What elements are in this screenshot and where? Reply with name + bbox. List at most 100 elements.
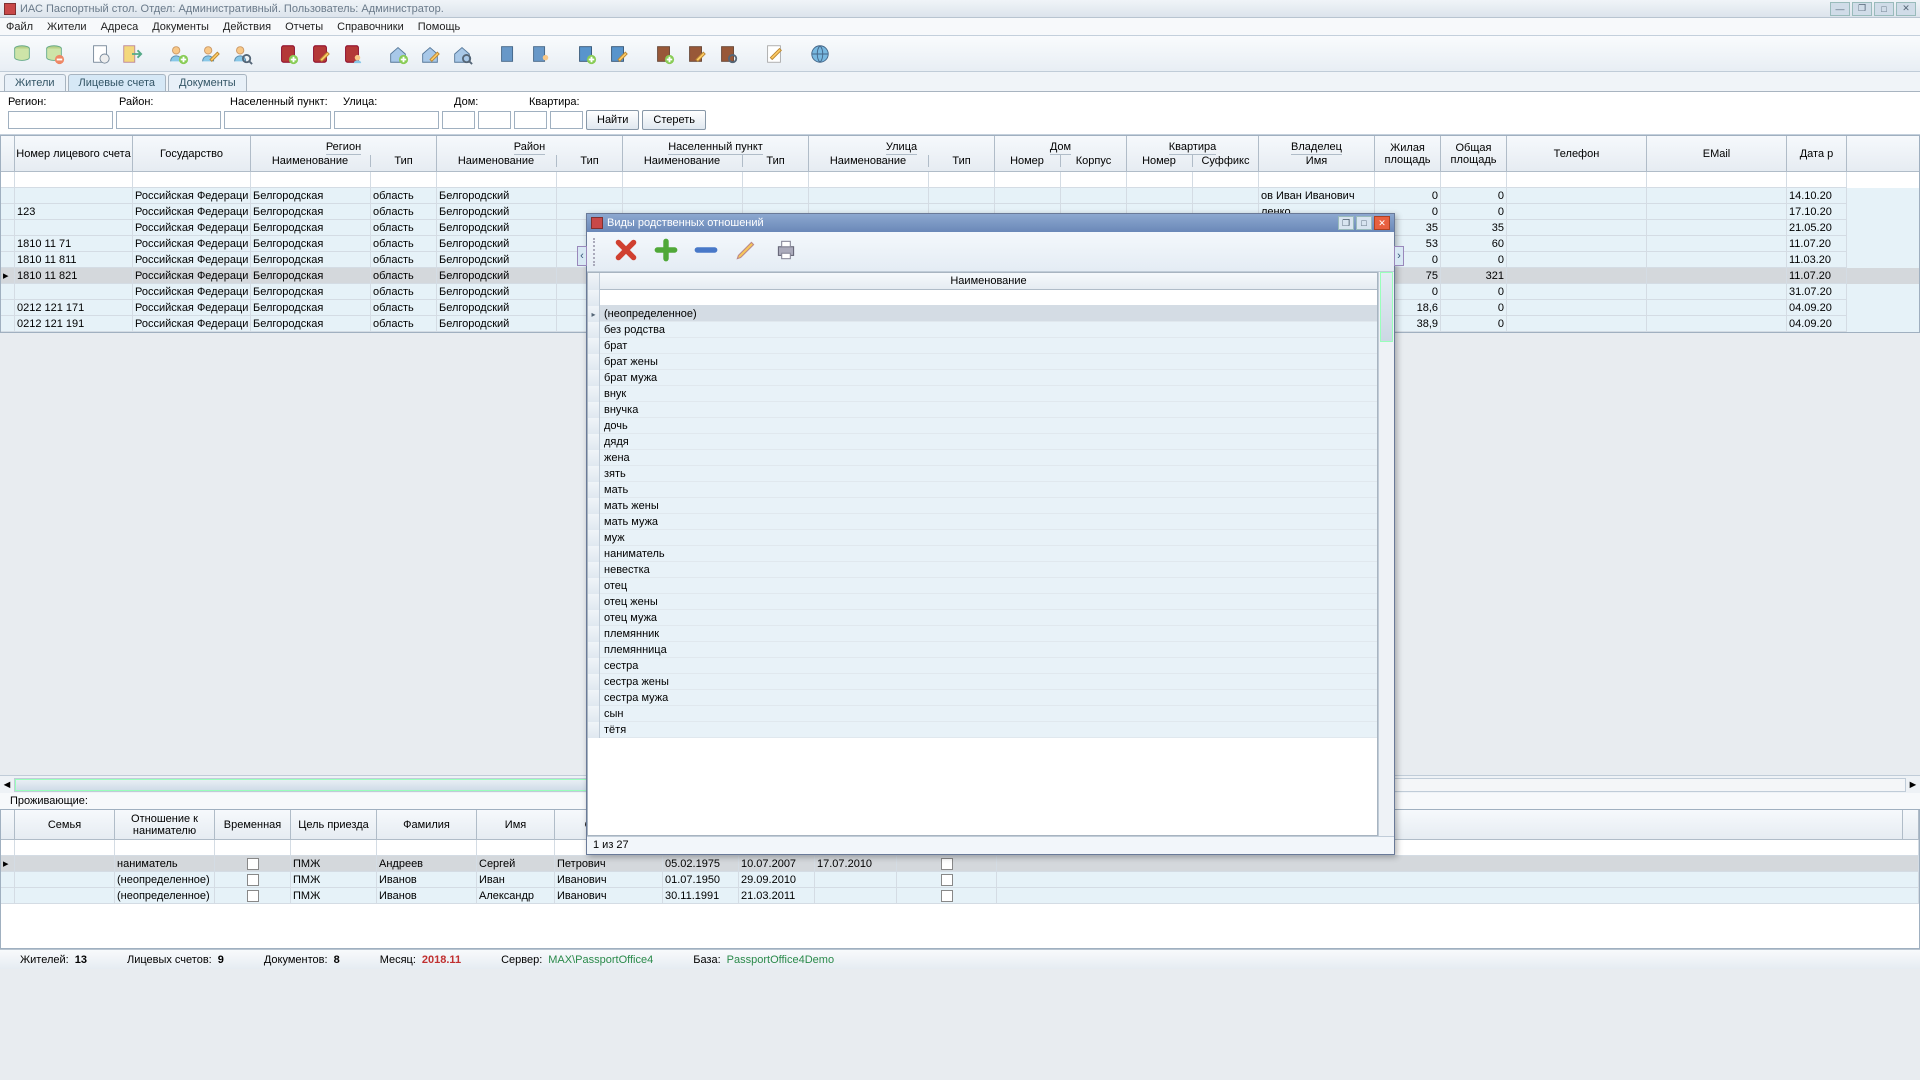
list-item[interactable]: отец жены [600,594,1377,610]
db-open-icon[interactable] [8,40,36,68]
col-account[interactable]: Номер лицевого счета [16,148,130,160]
filter-house-input[interactable] [442,111,475,129]
col-owner[interactable]: Владелец [1291,140,1342,155]
tab-residents[interactable]: Жители [4,74,66,91]
list-item[interactable]: мать мужа [600,514,1377,530]
table-row[interactable]: Российская ФедерациБелгородскаяобластьБе… [1,188,1919,204]
filter-house-corp-input[interactable] [478,111,511,129]
brown-book-add-icon[interactable] [650,40,678,68]
relationship-list[interactable]: Наименование ▸(неопределенное)без родств… [587,272,1378,836]
list-item[interactable]: (неопределенное) [600,306,1377,322]
list-item[interactable]: сестра [600,658,1377,674]
list-item[interactable]: жена [600,450,1377,466]
col-district[interactable]: Район [514,140,545,155]
list-item[interactable]: дочь [600,418,1377,434]
passport-person-icon[interactable] [338,40,366,68]
list-item[interactable]: невестка [600,562,1377,578]
minimize-button[interactable]: — [1830,2,1850,16]
book-icon[interactable] [494,40,522,68]
menu-help[interactable]: Помощь [418,21,461,33]
col-email[interactable]: EMail [1703,148,1731,160]
restore-button[interactable]: ❐ [1852,2,1872,16]
list-item[interactable]: внучка [600,402,1377,418]
list-item[interactable]: зять [600,466,1377,482]
col-living[interactable]: Жилая площадь [1375,142,1440,166]
notebook-add-icon[interactable] [572,40,600,68]
list-item[interactable]: брат [600,338,1377,354]
dialog-side-tab-right[interactable]: › [1394,246,1404,266]
list-item[interactable]: брат жены [600,354,1377,370]
col-street[interactable]: Улица [886,140,917,155]
maximize-button[interactable]: □ [1874,2,1894,16]
document-edit-icon[interactable] [760,40,788,68]
filter-locality-input[interactable] [224,111,331,129]
delete-icon[interactable] [613,237,639,266]
list-item[interactable]: тётя [600,722,1377,738]
menu-addresses[interactable]: Адреса [101,21,139,33]
filter-flat-input[interactable] [514,111,547,129]
col-house[interactable]: Дом [1050,140,1071,155]
menu-documents[interactable]: Документы [152,21,209,33]
list-item[interactable]: мать жены [600,498,1377,514]
brown-book-search-icon[interactable] [714,40,742,68]
remove-icon[interactable] [693,237,719,266]
col-country[interactable]: Государство [160,148,223,160]
dialog-column-header[interactable]: Наименование [600,273,1377,290]
dialog-restore-button[interactable]: ❐ [1338,216,1354,230]
filter-street-input[interactable] [334,111,439,129]
list-item[interactable]: сестра мужа [600,690,1377,706]
list-item[interactable]: сын [600,706,1377,722]
menu-references[interactable]: Справочники [337,21,404,33]
house-add-icon[interactable] [384,40,412,68]
dialog-side-tab-left[interactable]: ‹ [577,246,587,266]
page-settings-icon[interactable] [86,40,114,68]
list-item[interactable]: внук [600,386,1377,402]
col-region[interactable]: Регион [326,140,361,155]
menu-residents[interactable]: Жители [47,21,87,33]
dialog-vscroll[interactable] [1378,272,1394,836]
list-item[interactable]: брат мужа [600,370,1377,386]
list-item[interactable]: отец мужа [600,610,1377,626]
list-item[interactable]: без родства [600,322,1377,338]
db-close-icon[interactable] [40,40,68,68]
tab-documents[interactable]: Документы [168,74,247,91]
house-search-icon[interactable] [448,40,476,68]
checkbox[interactable] [941,890,953,902]
close-button[interactable]: ✕ [1896,2,1916,16]
list-item[interactable]: племянник [600,626,1377,642]
list-item[interactable]: отец [600,578,1377,594]
tab-accounts[interactable]: Лицевые счета [68,74,166,91]
list-item[interactable]: муж [600,530,1377,546]
brown-book-edit-icon[interactable] [682,40,710,68]
menu-actions[interactable]: Действия [223,21,271,33]
checkbox[interactable] [941,874,953,886]
table-row[interactable]: ▸нанимательПМЖАндреевСергейПетрович05.02… [1,856,1919,872]
passport-add-icon[interactable] [274,40,302,68]
list-item[interactable]: дядя [600,434,1377,450]
list-item[interactable]: наниматель [600,546,1377,562]
col-flat[interactable]: Квартира [1169,140,1217,155]
person-edit-icon[interactable] [196,40,224,68]
table-row[interactable]: (неопределенное)ПМЖИвановИванИванович01.… [1,872,1919,888]
clear-button[interactable]: Стереть [642,110,706,130]
checkbox[interactable] [247,874,259,886]
table-row[interactable]: (неопределенное)ПМЖИвановАлександрИванов… [1,888,1919,904]
col-total[interactable]: Общая площадь [1441,142,1506,166]
checkbox[interactable] [247,890,259,902]
dialog-maximize-button[interactable]: □ [1356,216,1372,230]
col-locality[interactable]: Населенный пункт [668,140,763,155]
print-icon[interactable] [773,237,799,266]
person-add-icon[interactable] [164,40,192,68]
edit-icon[interactable] [733,237,759,266]
col-date[interactable]: Дата р [1800,148,1834,160]
exit-icon[interactable] [118,40,146,68]
notebook-edit-icon[interactable] [604,40,632,68]
menu-reports[interactable]: Отчеты [285,21,323,33]
world-icon[interactable] [806,40,834,68]
find-button[interactable]: Найти [586,110,639,130]
menu-file[interactable]: Файл [6,21,33,33]
checkbox[interactable] [941,858,953,870]
list-item[interactable]: мать [600,482,1377,498]
checkbox[interactable] [247,858,259,870]
house-edit-icon[interactable] [416,40,444,68]
